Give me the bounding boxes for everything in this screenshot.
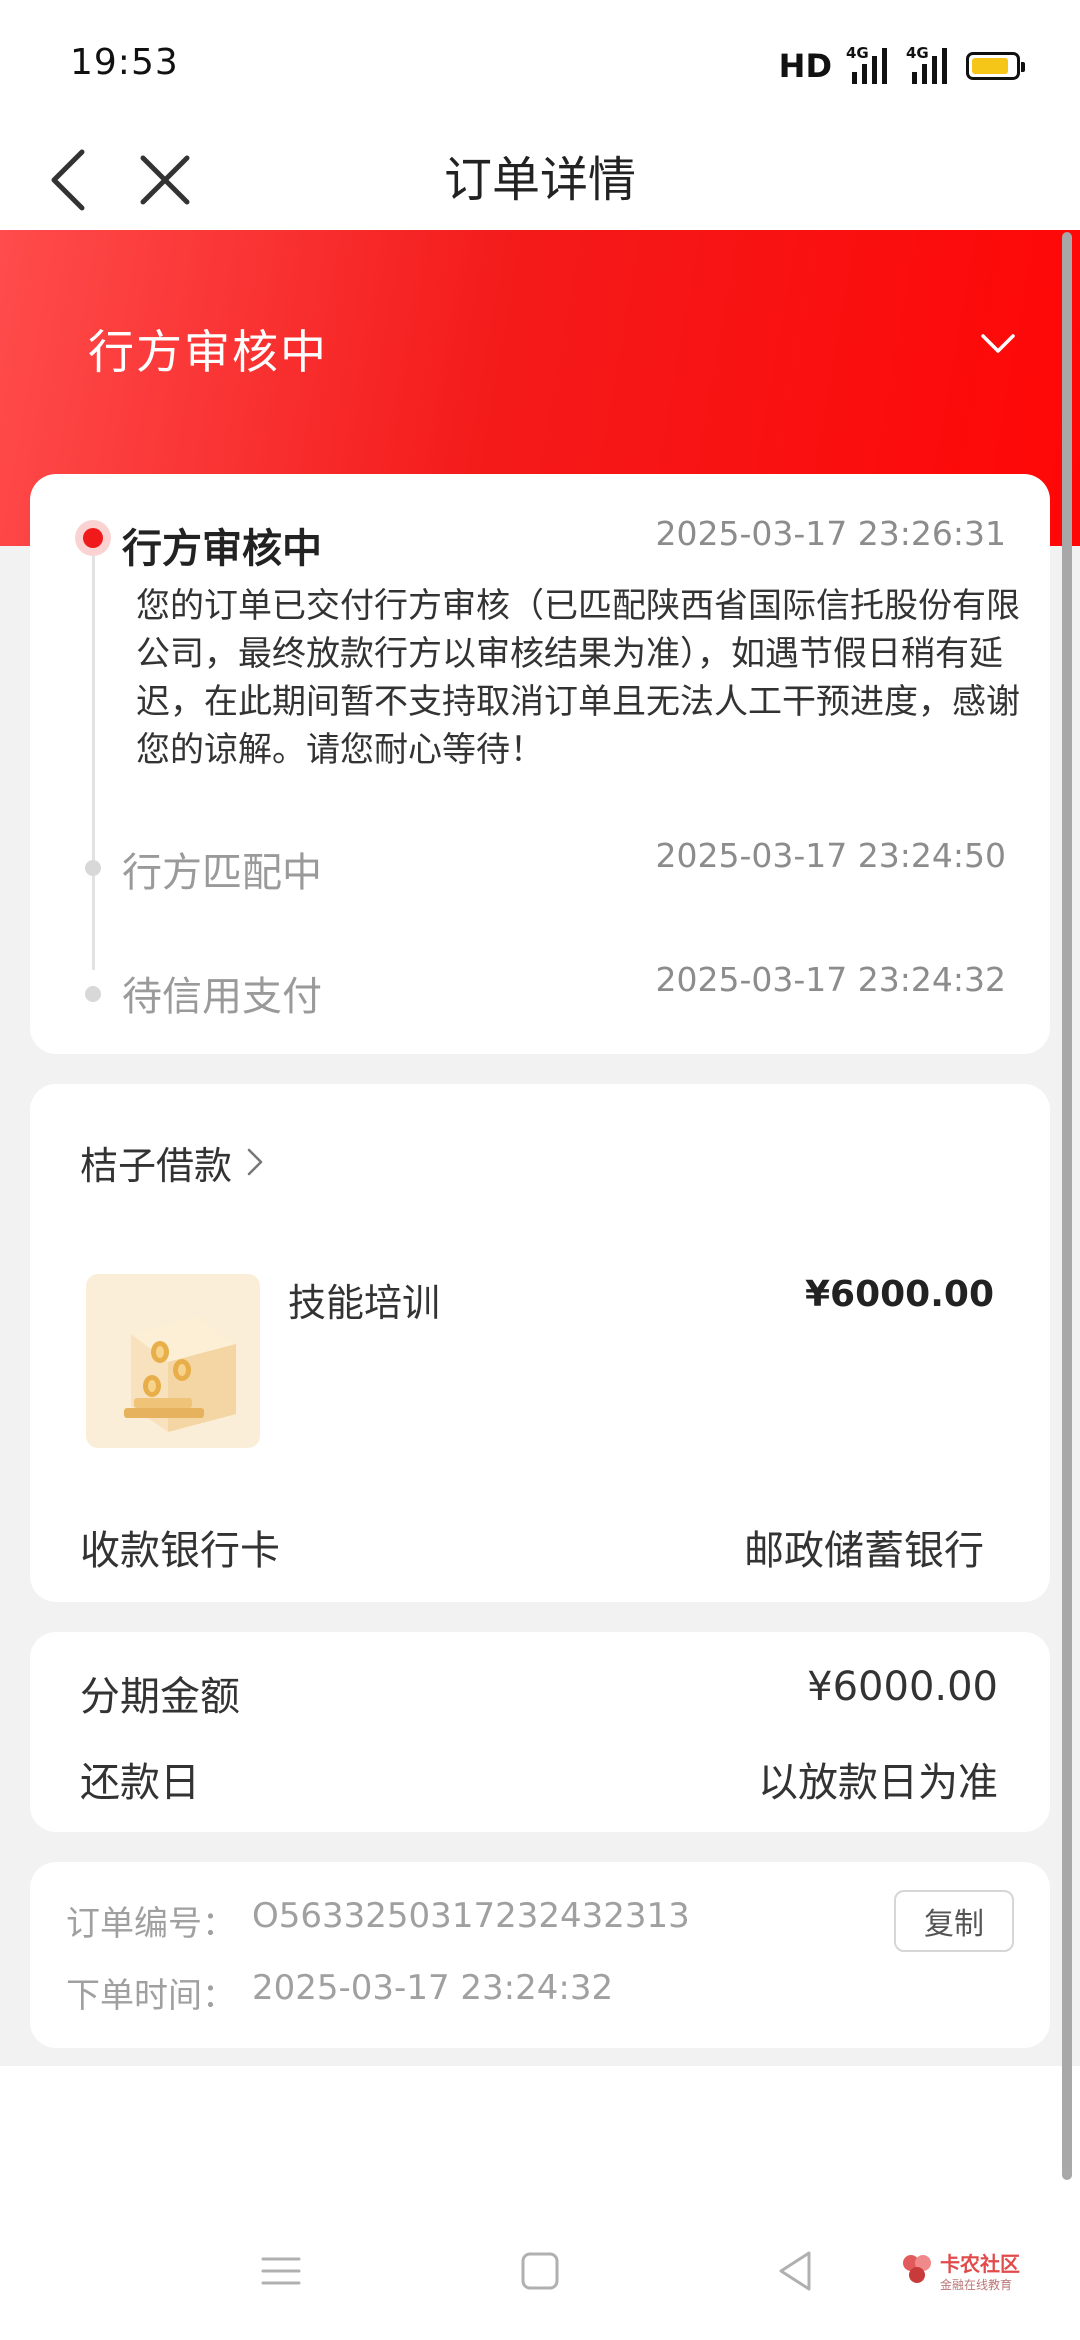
chevron-down-icon	[981, 334, 1015, 353]
order-time-label: 下单时间：	[66, 1976, 236, 2016]
nav-bar: 订单详情	[0, 130, 1080, 230]
product-price: ¥6000.00	[804, 1274, 994, 1315]
timeline-title: 待信用支付	[122, 974, 322, 1020]
timeline-time: 2025-03-17 23:24:32	[655, 960, 1006, 999]
home-square-icon	[521, 2252, 559, 2290]
timeline-description: 您的订单已交付行方审核（已匹配陕西省国际信托股份有限公司，最终放款行方以审核结果…	[136, 586, 1020, 770]
home-button[interactable]	[505, 2236, 575, 2306]
order-info-card: 订单编号： O563325031723243231​3 复制 下单时间： 202…	[30, 1862, 1050, 2048]
timeline-title: 行方审核中	[122, 526, 322, 572]
merchant-link[interactable]: 桔子借款	[80, 1132, 264, 1192]
timeline-time: 2025-03-17 23:24:50	[655, 836, 1006, 875]
scrollbar[interactable]	[1062, 232, 1072, 2180]
close-icon	[140, 155, 190, 205]
bank-card-label: 收款银行卡	[80, 1528, 280, 1574]
watermark: 卡农社区 金融在线教育	[900, 2244, 1070, 2304]
watermark-subtitle: 金融在线教育	[940, 2278, 1013, 2292]
watermark-title: 卡农社区	[940, 2252, 1020, 2276]
installment-card: 分期金额 ¥6000.00 还款日 以放款日为准	[30, 1632, 1050, 1832]
expand-toggle-button[interactable]	[976, 322, 1020, 366]
timeline-dot	[85, 860, 101, 876]
order-number-value: O563325031723243231​3	[252, 1896, 690, 1936]
back-button[interactable]	[36, 130, 100, 230]
signal-1-icon: 4G	[846, 44, 892, 84]
status-bar: 19:53 HD 4G 4G	[0, 0, 1080, 130]
product-image	[86, 1274, 260, 1448]
merchant-name: 桔子借款	[80, 1143, 233, 1188]
timeline-title: 行方匹配中	[122, 850, 322, 896]
chevron-left-icon	[51, 149, 85, 211]
back-triangle-icon	[779, 2251, 811, 2291]
battery-icon	[966, 52, 1025, 80]
menu-icon	[261, 2257, 301, 2285]
close-button[interactable]	[130, 130, 200, 230]
repayment-day-label: 还款日	[80, 1760, 200, 1806]
installment-amount-value: ¥6000.00	[807, 1664, 998, 1710]
recent-apps-button[interactable]	[246, 2236, 316, 2306]
status-indicators: HD 4G 4G	[778, 44, 1025, 86]
installment-amount-label: 分期金额	[80, 1674, 240, 1720]
timeline-time: 2025-03-17 23:26:31	[655, 514, 1006, 553]
product-card: 桔子借款 技能培训 ¥6000.00 收款银行卡 邮政储蓄银行	[30, 1084, 1050, 1602]
timeline-card: 行方审核中 2025-03-17 23:26:31 您的订单已交付行方审核（已匹…	[30, 474, 1050, 1054]
copy-button[interactable]: 复制	[894, 1890, 1014, 1952]
timeline-dot-active	[75, 520, 111, 556]
bank-card-value: 邮政储蓄银行	[744, 1528, 984, 1574]
system-back-button[interactable]	[760, 2236, 830, 2306]
product-name: 技能培训	[288, 1281, 441, 1325]
coin-stack-icon	[124, 1316, 236, 1432]
order-time-value: 2025-03-17 23:24:32	[252, 1968, 614, 2008]
header-status-text: 行方审核中	[88, 325, 328, 379]
chevron-right-icon	[247, 1148, 263, 1176]
hd-indicator: HD	[778, 47, 832, 85]
repayment-day-value: 以放款日为准	[758, 1760, 998, 1806]
order-number-label: 订单编号：	[66, 1904, 236, 1944]
battery-level	[972, 58, 1008, 74]
timeline-dot	[85, 986, 101, 1002]
status-time: 19:53	[70, 42, 179, 83]
system-nav-bar: 卡农社区 金融在线教育	[0, 2200, 1080, 2340]
timeline-line	[92, 546, 95, 970]
watermark-logo-icon	[903, 2255, 931, 2283]
signal-2-icon: 4G	[906, 44, 952, 84]
